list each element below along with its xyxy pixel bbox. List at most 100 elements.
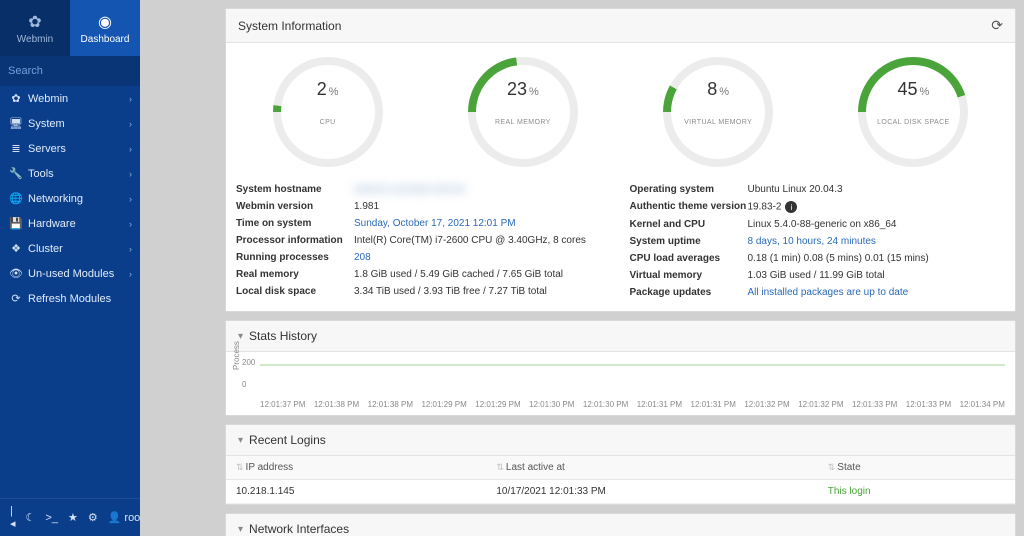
info-key: CPU load averages <box>630 253 748 264</box>
info-row: Processor informationIntel(R) Core(TM) i… <box>236 232 612 249</box>
logins-table: ⇅IP address ⇅Last active at ⇅State 10.21… <box>226 456 1015 504</box>
sidebar-item-label: Tools <box>24 168 129 180</box>
info-value: Sunday, October 17, 2021 12:01 PM <box>354 218 612 229</box>
info-row: Running processes208 <box>236 249 612 266</box>
info-value: 1.03 GiB used / 11.99 GiB total <box>748 270 1006 281</box>
stats-ymin: 0 <box>242 380 246 389</box>
logins-title: Recent Logins <box>249 433 326 447</box>
net-header[interactable]: ▾ Network Interfaces <box>226 514 1015 536</box>
info-link[interactable]: All installed packages are up to date <box>748 287 909 298</box>
chevron-right-icon: › <box>129 169 132 179</box>
info-value: Intel(R) Core(TM) i7-2600 CPU @ 3.40GHz,… <box>354 235 612 246</box>
info-row: CPU load averages0.18 (1 min) 0.08 (5 mi… <box>630 250 1006 267</box>
tab-dashboard-label: Dashboard <box>81 34 130 45</box>
sidebar-item-hardware[interactable]: 💾Hardware› <box>0 211 140 236</box>
gauge-vmem-label: VIRTUAL MEMORY <box>684 119 752 126</box>
chevron-right-icon: › <box>129 269 132 279</box>
info-value: 19.83-2i <box>748 201 1006 213</box>
info-value: webmin.example.internal <box>354 184 612 195</box>
cell-ip: 10.218.1.145 <box>226 480 486 504</box>
collapse-icon[interactable]: |◂ <box>10 505 16 530</box>
webmin-icon: ✿ <box>28 12 41 32</box>
sidebar-item-label: Servers <box>24 143 129 155</box>
sidebar: ✿ Webmin ◉ Dashboard 🔍 ✿Webmin›🖥System›≣… <box>0 0 140 536</box>
stats-header[interactable]: ▾ Stats History <box>226 321 1015 352</box>
sidebar-item-tools[interactable]: 🔧Tools› <box>0 161 140 186</box>
main-content: System Information ⟳ 2% CPU 23% REAL MEM… <box>140 0 1024 536</box>
info-link[interactable]: Sunday, October 17, 2021 12:01 PM <box>354 218 516 229</box>
stats-ymax: 200 <box>242 358 255 367</box>
col-state[interactable]: ⇅State <box>818 456 1015 480</box>
collapse-caret-icon: ▾ <box>238 524 243 535</box>
gauge-rmem-label: REAL MEMORY <box>495 119 551 126</box>
night-icon[interactable]: ☾ <box>26 511 36 524</box>
sidebar-item-refresh-modules[interactable]: ⟳Refresh Modules <box>0 286 140 311</box>
table-row: 10.218.1.14510/17/2021 12:01:33 PMThis l… <box>226 480 1015 504</box>
info-row: Authentic theme version19.83-2i <box>630 198 1006 216</box>
info-row: Local disk space3.34 TiB used / 3.93 TiB… <box>236 283 612 300</box>
tick-label: 12:01:33 PM <box>852 400 897 409</box>
info-value: 1.981 <box>354 201 612 212</box>
info-row: Kernel and CPULinux 5.4.0-88-generic on … <box>630 216 1006 233</box>
info-icon[interactable]: i <box>785 201 797 213</box>
sidebar-item-servers[interactable]: ≣Servers› <box>0 136 140 161</box>
info-link[interactable]: 208 <box>354 252 371 263</box>
nav-icon: 🌐 <box>8 192 24 205</box>
gauge-disk-label: LOCAL DISK SPACE <box>877 119 950 126</box>
sidebar-item-cluster[interactable]: ❖Cluster› <box>0 236 140 261</box>
nav-icon: 🖥 <box>8 117 24 130</box>
sidebar-nav: ✿Webmin›🖥System›≣Servers›🔧Tools›🌐Network… <box>0 86 140 311</box>
net-title: Network Interfaces <box>249 522 349 536</box>
sysinfo-header: System Information ⟳ <box>226 9 1015 43</box>
info-row: Real memory1.8 GiB used / 5.49 GiB cache… <box>236 266 612 283</box>
settings-icon[interactable]: ⚙ <box>88 511 98 524</box>
info-key: Kernel and CPU <box>630 219 748 230</box>
info-link[interactable]: 8 days, 10 hours, 24 minutes <box>748 236 876 247</box>
gauge-virtual-memory: 8% VIRTUAL MEMORY <box>663 57 773 167</box>
sidebar-item-networking[interactable]: 🌐Networking› <box>0 186 140 211</box>
info-value: 208 <box>354 252 612 263</box>
user-chip[interactable]: 👤 root <box>108 511 144 524</box>
info-row: Operating systemUbuntu Linux 20.04.3 <box>630 181 1006 198</box>
sidebar-item-un-used-modules[interactable]: 👁Un-used Modules› <box>0 261 140 286</box>
cell-state: This login <box>818 480 1015 504</box>
terminal-icon[interactable]: >_ <box>45 512 58 524</box>
stats-sparkline: 200 0 <box>260 358 1005 398</box>
info-row: System uptime8 days, 10 hours, 24 minute… <box>630 233 1006 250</box>
sidebar-item-label: Un-used Modules <box>24 268 129 280</box>
col-ip[interactable]: ⇅IP address <box>226 456 486 480</box>
info-key: Real memory <box>236 269 354 280</box>
info-key: Time on system <box>236 218 354 229</box>
nav-icon: 👁 <box>8 267 24 280</box>
sidebar-item-label: Networking <box>24 193 129 205</box>
logins-header[interactable]: ▾ Recent Logins <box>226 425 1015 456</box>
chevron-right-icon: › <box>129 144 132 154</box>
tick-label: 12:01:33 PM <box>906 400 951 409</box>
tick-label: 12:01:30 PM <box>583 400 628 409</box>
sidebar-item-label: Hardware <box>24 218 129 230</box>
sidebar-tabs: ✿ Webmin ◉ Dashboard <box>0 0 140 56</box>
tab-dashboard[interactable]: ◉ Dashboard <box>70 0 140 56</box>
info-key: Local disk space <box>236 286 354 297</box>
nav-icon: ✿ <box>8 92 24 105</box>
sysinfo-columns: System hostnamewebmin.example.internalWe… <box>226 175 1015 311</box>
star-icon[interactable]: ★ <box>68 511 78 524</box>
info-key: Running processes <box>236 252 354 263</box>
info-value: 0.18 (1 min) 0.08 (5 mins) 0.01 (15 mins… <box>748 253 1006 264</box>
info-value: All installed packages are up to date <box>748 287 1006 298</box>
refresh-icon[interactable]: ⟳ <box>991 17 1003 34</box>
chevron-right-icon: › <box>129 94 132 104</box>
sysinfo-title: System Information <box>238 19 341 33</box>
sidebar-item-label: Cluster <box>24 243 129 255</box>
info-key: Operating system <box>630 184 748 195</box>
sidebar-item-system[interactable]: 🖥System› <box>0 111 140 136</box>
tick-label: 12:01:38 PM <box>368 400 413 409</box>
sidebar-item-webmin[interactable]: ✿Webmin› <box>0 86 140 111</box>
gauge-row: 2% CPU 23% REAL MEMORY 8% VIRTUAL MEMORY… <box>226 43 1015 175</box>
cell-last: 10/17/2021 12:01:33 PM <box>486 480 817 504</box>
panel-system-information: System Information ⟳ 2% CPU 23% REAL MEM… <box>225 8 1016 312</box>
col-last[interactable]: ⇅Last active at <box>486 456 817 480</box>
search-input[interactable] <box>8 65 150 77</box>
tab-webmin[interactable]: ✿ Webmin <box>0 0 70 56</box>
info-row: Virtual memory1.03 GiB used / 11.99 GiB … <box>630 267 1006 284</box>
